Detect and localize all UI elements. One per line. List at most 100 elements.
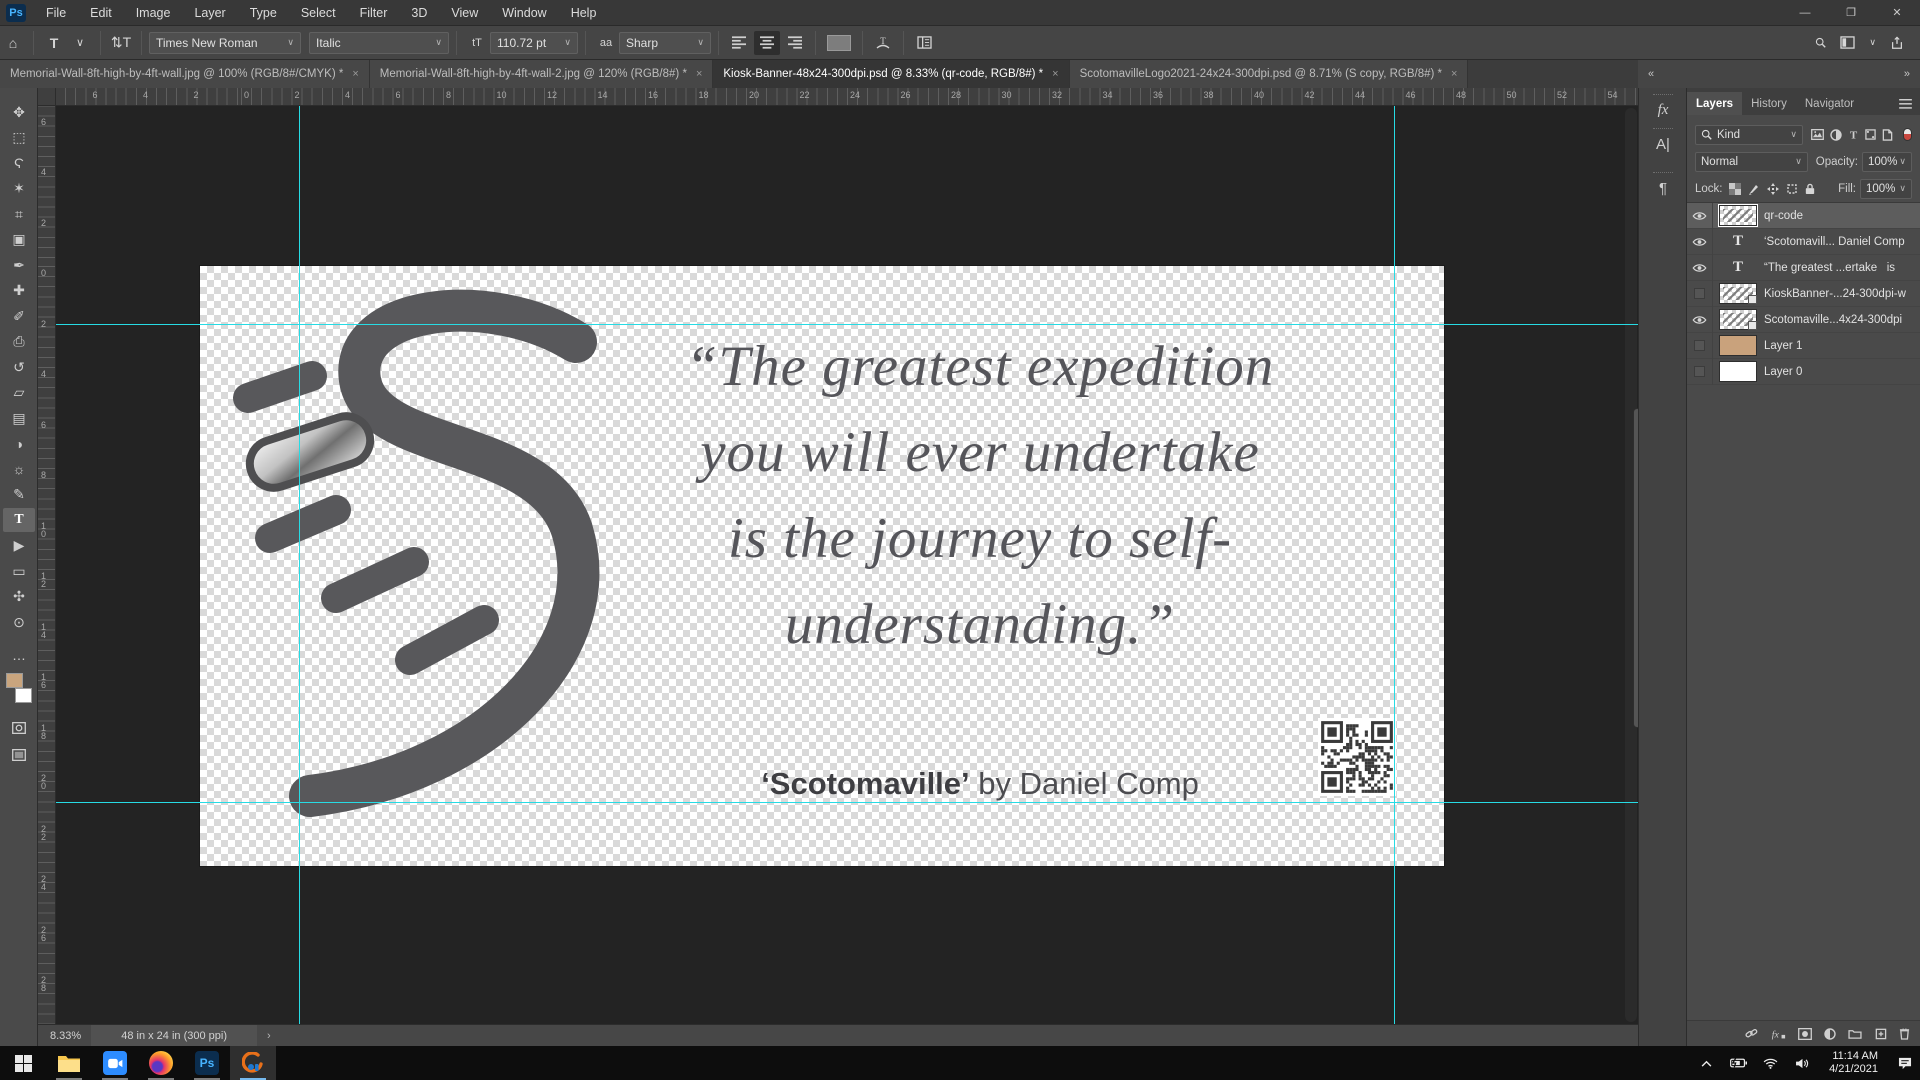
file-explorer-taskbar-button[interactable] (46, 1046, 92, 1080)
background-color-swatch[interactable] (15, 688, 32, 703)
ruler-corner[interactable] (38, 88, 56, 106)
magic-wand-tool[interactable]: ✶ (3, 177, 35, 201)
text-color-swatch[interactable] (827, 35, 851, 51)
layer-row-layer-1[interactable]: Layer 1 (1687, 333, 1920, 359)
document-tab-2[interactable]: Memorial-Wall-8ft-high-by-4ft-wall-2.jpg… (370, 60, 714, 88)
lock-all-icon[interactable] (1805, 183, 1815, 195)
shape-filter-icon[interactable] (1865, 129, 1876, 140)
spot-healing-tool[interactable]: ✚ (3, 279, 35, 303)
hand-tool[interactable]: ✣ (3, 585, 35, 609)
menu-edit[interactable]: Edit (80, 2, 122, 24)
layer-row-qr-code[interactable]: qr-code (1687, 203, 1920, 229)
lasso-tool[interactable]: Ϛ (3, 151, 35, 175)
path-selection-tool[interactable]: ▶ (3, 534, 35, 558)
text-orientation-icon[interactable]: ⇅T (108, 31, 134, 55)
document-tab-3[interactable]: Kiosk-Banner-48x24-300dpi.psd @ 8.33% (q… (713, 60, 1069, 88)
panel-tab-layers[interactable]: Layers (1687, 92, 1742, 115)
menu-image[interactable]: Image (126, 2, 181, 24)
type-filter-icon[interactable]: T (1848, 129, 1859, 140)
fill-field[interactable]: 100% ∨ (1860, 179, 1912, 199)
guide-horizontal-1[interactable] (56, 324, 1638, 325)
attribution-text[interactable]: ‘Scotomaville’ by Daniel Comp (530, 766, 1430, 802)
smart-object-filter-icon[interactable] (1882, 129, 1893, 141)
tab-close-icon[interactable]: × (696, 68, 702, 80)
document-tab-1[interactable]: Memorial-Wall-8ft-high-by-4ft-wall.jpg @… (0, 60, 370, 88)
lock-pixels-icon[interactable] (1748, 183, 1760, 195)
new-group-icon[interactable] (1848, 1028, 1862, 1039)
document-size-info[interactable]: 48 in x 24 in (300 ppi) (91, 1025, 257, 1046)
wifi-icon[interactable] (1761, 1058, 1779, 1069)
layer-row-kioskbanner-24-300dpi-w[interactable]: KioskBanner-...24-300dpi-w (1687, 281, 1920, 307)
vertical-scrollbar[interactable] (1625, 108, 1637, 1022)
gradient-tool[interactable]: ▤ (3, 406, 35, 430)
action-center-icon[interactable] (1896, 1057, 1914, 1070)
menu-file[interactable]: File (36, 2, 76, 24)
layer-style-icon[interactable]: fx (1770, 1028, 1786, 1040)
lock-transparency-icon[interactable] (1729, 183, 1741, 195)
menu-filter[interactable]: Filter (350, 2, 398, 24)
minimize-button[interactable]: — (1782, 0, 1828, 26)
font-family-select[interactable]: Times New Roman∨ (149, 32, 301, 54)
start-taskbar-button[interactable] (0, 1046, 46, 1080)
active-app-taskbar-button[interactable] (230, 1046, 276, 1080)
document-tab-4[interactable]: ScotomavilleLogo2021-24x24-300dpi.psd @ … (1070, 60, 1469, 88)
canvas[interactable]: “The greatest expeditionyou will ever un… (56, 106, 1638, 1024)
taskbar-clock[interactable]: 11:14 AM 4/21/2021 (1825, 1050, 1882, 1076)
visibility-toggle[interactable] (1687, 307, 1713, 333)
close-button[interactable]: ✕ (1874, 0, 1920, 26)
visibility-toggle[interactable] (1687, 203, 1713, 229)
menu-type[interactable]: Type (240, 2, 287, 24)
visibility-toggle[interactable] (1687, 229, 1713, 255)
align-center-button[interactable] (754, 31, 780, 55)
blend-mode-select[interactable]: Normal ∨ (1695, 152, 1808, 172)
ruler-left[interactable]: 6420246810121416182022242628 (38, 106, 56, 1024)
menu-3d[interactable]: 3D (401, 2, 437, 24)
visibility-toggle[interactable] (1687, 359, 1713, 385)
guide-vertical-1[interactable] (299, 106, 300, 1024)
tab-close-icon[interactable]: × (1052, 68, 1058, 80)
move-tool[interactable]: ✥ (3, 100, 35, 124)
panel-menu-icon[interactable] (1891, 99, 1920, 115)
menu-help[interactable]: Help (561, 2, 607, 24)
rectangular-marquee-tool[interactable]: ⬚ (3, 126, 35, 150)
workspace-switcher-icon[interactable] (1840, 36, 1855, 49)
quick-mask-icon[interactable] (3, 716, 35, 740)
font-size-select[interactable]: 110.72 pt∨ (490, 32, 578, 54)
collapse-panels-icon[interactable]: « (1648, 68, 1654, 80)
guide-horizontal-2[interactable] (56, 802, 1638, 803)
firefox-taskbar-button[interactable] (138, 1046, 184, 1080)
align-right-button[interactable] (782, 31, 808, 55)
paragraph-panel-icon[interactable]: ¶ (1639, 180, 1687, 197)
blur-tool[interactable]: ◑ (3, 432, 35, 456)
photoshop-taskbar-button[interactable]: Ps (184, 1046, 230, 1080)
adjustment-filter-icon[interactable] (1830, 129, 1842, 141)
battery-icon[interactable] (1729, 1058, 1747, 1068)
toggle-panels-icon[interactable] (911, 31, 937, 55)
add-mask-icon[interactable] (1798, 1028, 1812, 1040)
menu-layer[interactable]: Layer (184, 2, 235, 24)
anti-alias-select[interactable]: Sharp∨ (619, 32, 711, 54)
hidden-icons-icon[interactable] (1697, 1060, 1715, 1067)
layer-row-scotomaville-4x24-300dpi[interactable]: Scotomaville...4x24-300dpi (1687, 307, 1920, 333)
panel-tab-history[interactable]: History (1742, 92, 1796, 115)
crop-tool[interactable]: ⌗ (3, 202, 35, 226)
rectangle-tool[interactable]: ▭ (3, 559, 35, 583)
visibility-toggle[interactable] (1687, 281, 1713, 307)
type-tool-icon[interactable]: T (41, 31, 67, 55)
quote-text[interactable]: “The greatest expeditionyou will ever un… (530, 324, 1430, 668)
tool-preset-chevron-icon[interactable]: ∨ (67, 31, 93, 55)
ruler-top[interactable]: 6420246810121416182022242628303234363840… (38, 88, 1638, 106)
eraser-tool[interactable]: ▱ (3, 381, 35, 405)
zoom-app-taskbar-button[interactable] (92, 1046, 138, 1080)
layer-filter-select[interactable]: Kind ∨ (1695, 125, 1803, 145)
layer-row-layer-0[interactable]: Layer 0 (1687, 359, 1920, 385)
foreground-color-swatch[interactable] (6, 673, 23, 688)
link-layers-icon[interactable] (1745, 1027, 1758, 1040)
warp-text-icon[interactable]: T (870, 31, 896, 55)
menu-select[interactable]: Select (291, 2, 346, 24)
history-brush-tool[interactable]: ↺ (3, 355, 35, 379)
menu-window[interactable]: Window (492, 2, 556, 24)
zoom-level-field[interactable]: 8.33% (38, 1030, 91, 1042)
zoom-tool[interactable]: ⊙ (3, 610, 35, 634)
tab-close-icon[interactable]: × (352, 68, 358, 80)
